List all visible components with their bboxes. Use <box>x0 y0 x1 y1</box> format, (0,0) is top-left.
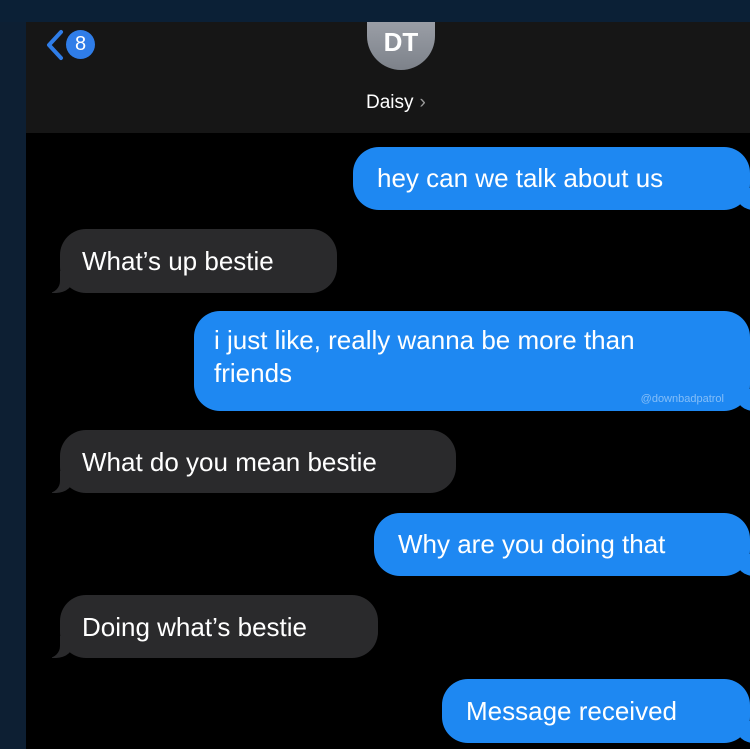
bubble-tail <box>736 721 750 743</box>
watermark: @downbadpatrol <box>640 393 724 405</box>
bubble-tail <box>42 469 74 493</box>
message-bubble-received[interactable]: What’s up bestie <box>42 229 337 293</box>
message-bubble-received[interactable]: Doing what’s bestie <box>42 595 378 658</box>
status-bar-strip <box>0 0 750 22</box>
message-text: Doing what’s bestie <box>82 612 307 642</box>
messages-screen: 8 DT Daisy › hey can we talk about us Wha… <box>26 22 750 749</box>
avatar[interactable]: DT <box>367 22 435 70</box>
bubble-tail <box>42 269 74 293</box>
chevron-right-icon: › <box>419 92 426 113</box>
message-text: Message received <box>466 696 677 726</box>
message-bubble-sent[interactable]: Message received <box>442 679 750 743</box>
message-bubble-sent[interactable]: i just like, really wanna be more than f… <box>194 311 750 411</box>
chevron-left-icon <box>47 30 63 60</box>
bubble-tail <box>736 188 750 210</box>
bubble-tail <box>42 634 74 658</box>
contact-name-button[interactable]: Daisy › <box>366 90 466 116</box>
unread-count-badge: 8 <box>66 30 95 59</box>
bubble-tail <box>736 554 750 576</box>
message-text: What do you mean bestie <box>82 447 377 477</box>
message-bubble-sent[interactable]: Why are you doing that <box>374 513 750 576</box>
message-bubble-received[interactable]: What do you mean bestie <box>42 430 456 493</box>
conversation-header: 8 DT Daisy › <box>26 22 750 133</box>
message-text: What’s up bestie <box>82 246 274 276</box>
back-button[interactable]: 8 <box>44 28 114 62</box>
bubble-tail <box>736 389 750 411</box>
message-bubble-sent[interactable]: hey can we talk about us <box>353 147 750 210</box>
contact-name: Daisy <box>366 92 414 113</box>
message-text-line-1: i just like, really wanna be more than <box>214 325 635 355</box>
message-text: Why are you doing that <box>398 529 666 559</box>
message-text: hey can we talk about us <box>377 163 664 193</box>
message-text-line-2: friends <box>214 358 293 388</box>
